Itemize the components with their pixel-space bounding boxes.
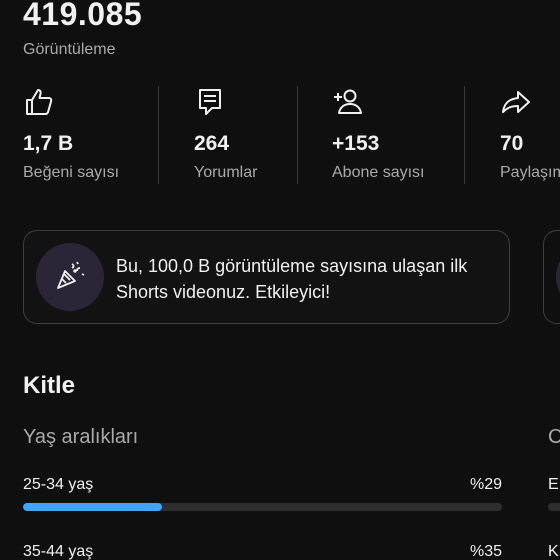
age-ranges-title: Yaş aralıkları [23,426,139,448]
comment-icon [194,86,226,118]
divider [464,86,465,184]
milestone-card[interactable]: Bu, 100,0 B görüntüleme sayısına ulaşan … [23,230,510,324]
age-row-percent: %35 [469,543,502,560]
milestone-card-next[interactable] [543,230,560,324]
divider [297,86,298,184]
views-count: 419.085 [23,0,143,32]
milestone-badge [556,243,560,311]
age-row-percent: %29 [469,476,502,493]
stat-value: 70 [500,132,524,155]
stat-label: Yorumlar [194,164,258,181]
age-row-bar-fill [23,503,162,511]
age-row-label: 25-34 yaş [23,476,94,493]
share-icon [500,86,532,118]
views-label: Görüntüleme [23,41,116,58]
stat-value: 264 [194,132,230,155]
thumbs-up-icon [23,86,55,118]
milestone-badge [36,243,104,311]
stat-value: +153 [332,132,380,155]
stat-label: Abone sayısı [332,164,425,181]
age-row-bar [23,503,502,511]
age-row-label: 35-44 yaş [23,543,94,560]
analytics-page: 419.085 Görüntüleme 1,7 B Beğeni sayısı … [0,0,560,560]
stat-label: Beğeni sayısı [23,164,120,181]
second-row-bar [548,503,560,511]
stat-value: 1,7 B [23,132,74,155]
milestone-text: Bu, 100,0 B görüntüleme sayısına ulaşan … [116,256,468,302]
section-title-audience: Kitle [23,372,76,399]
person-add-icon [332,86,364,118]
stat-label: Paylaşım [500,164,560,181]
second-row-label: E [548,476,559,493]
divider [158,86,159,184]
party-popper-icon [53,258,87,297]
second-row-label: K [548,543,559,560]
stats-row: 1,7 B Beğeni sayısı 264 Yorumlar +153 Ab… [0,86,560,186]
second-section-title: C [548,426,560,448]
